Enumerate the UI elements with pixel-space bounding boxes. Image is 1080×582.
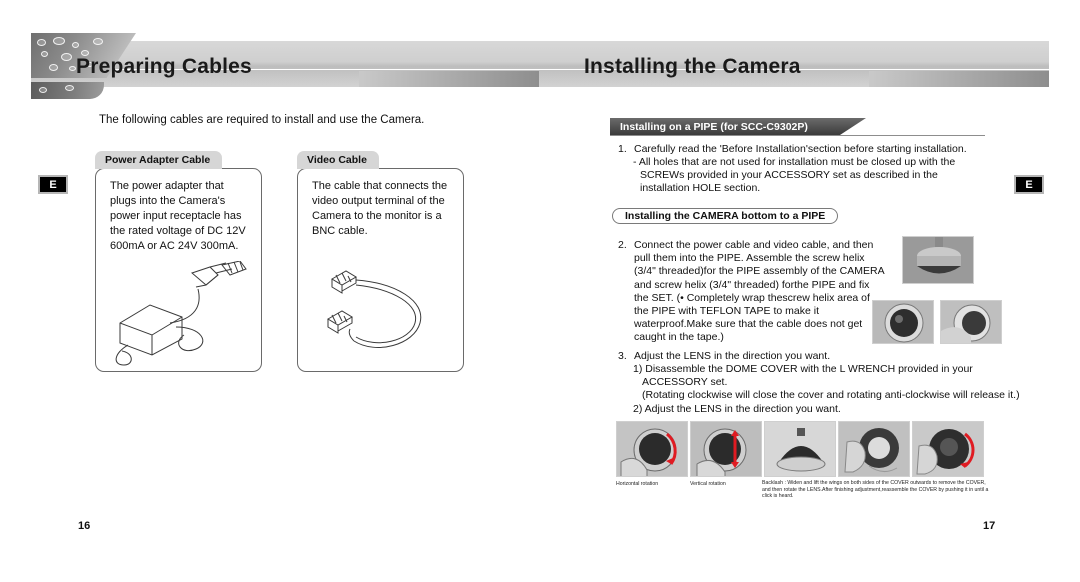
- horizontal-rotation-photo: [616, 421, 688, 477]
- step1-bullet: - All holes that are not used for instal…: [633, 156, 956, 195]
- manual-spread: Preparing Cables E The following cables …: [0, 0, 1080, 582]
- intro-text: The following cables are required to ins…: [99, 114, 425, 126]
- step3-sub2: 2) Adjust the LENS in the direction you …: [633, 403, 841, 415]
- step3-sub1: 1) Disassemble the DOME COVER with the L…: [633, 363, 973, 389]
- cover-removal-photo: [838, 421, 910, 477]
- page-number-left: 16: [78, 520, 91, 532]
- page-title-left: Preparing Cables: [76, 55, 252, 78]
- section-rule: [610, 135, 985, 136]
- section-tab-wedge: [840, 118, 866, 135]
- backlash-adjust-photo: [912, 421, 984, 477]
- dome-camera-hand-photo: [940, 300, 1002, 344]
- side-tab-right: E: [1014, 175, 1044, 194]
- band-tail: [869, 71, 1049, 87]
- video-cable-card: Video Cable The cable that connects the …: [297, 150, 464, 372]
- side-tab-left: E: [38, 175, 68, 194]
- vertical-rotation-photo: [690, 421, 762, 477]
- subsection-title: Installing the CAMERA bottom to a PIPE: [612, 208, 839, 224]
- video-cable-text: The cable that connects the video output…: [312, 180, 448, 237]
- power-adapter-cable-card: Power Adapter Cable The power adapter th…: [95, 150, 262, 372]
- power-adapter-illustration: [115, 261, 247, 366]
- step2-text: Connect the power cable and video cable,…: [634, 239, 885, 344]
- decorative-bubbles-graphic-lower: [31, 82, 104, 99]
- power-adapter-cable-tab: Power Adapter Cable: [95, 151, 223, 169]
- camera-on-pipe-photo: [902, 236, 974, 284]
- band-tail: [359, 71, 539, 87]
- step3-note: (Rotating clockwise will close the cover…: [642, 389, 1020, 401]
- caption-vertical-rotation: Vertical rotation: [690, 481, 726, 487]
- step3-text: Adjust the LENS in the direction you wan…: [634, 350, 831, 362]
- page-number-right: 17: [983, 520, 996, 532]
- video-cable-body: The cable that connects the video output…: [297, 168, 464, 372]
- caption-horizontal-rotation: Horizontal rotation: [616, 481, 659, 487]
- power-adapter-cable-body: The power adapter that plugs into the Ca…: [95, 168, 262, 372]
- caption-backlash: Backlash : Widen and lift the wings on b…: [762, 480, 989, 500]
- dome-camera-front-photo: [872, 300, 934, 344]
- dome-cover-photo: [764, 421, 836, 477]
- page-title-right: Installing the Camera: [584, 55, 801, 78]
- bnc-cable-illustration: [327, 270, 422, 348]
- section-title-tab: Installing on a PIPE (for SCC-C9302P): [610, 118, 840, 135]
- video-cable-tab: Video Cable: [297, 151, 379, 169]
- power-adapter-cable-text: The power adapter that plugs into the Ca…: [110, 180, 246, 252]
- step1-text: Carefully read the 'Before Installation'…: [634, 143, 967, 155]
